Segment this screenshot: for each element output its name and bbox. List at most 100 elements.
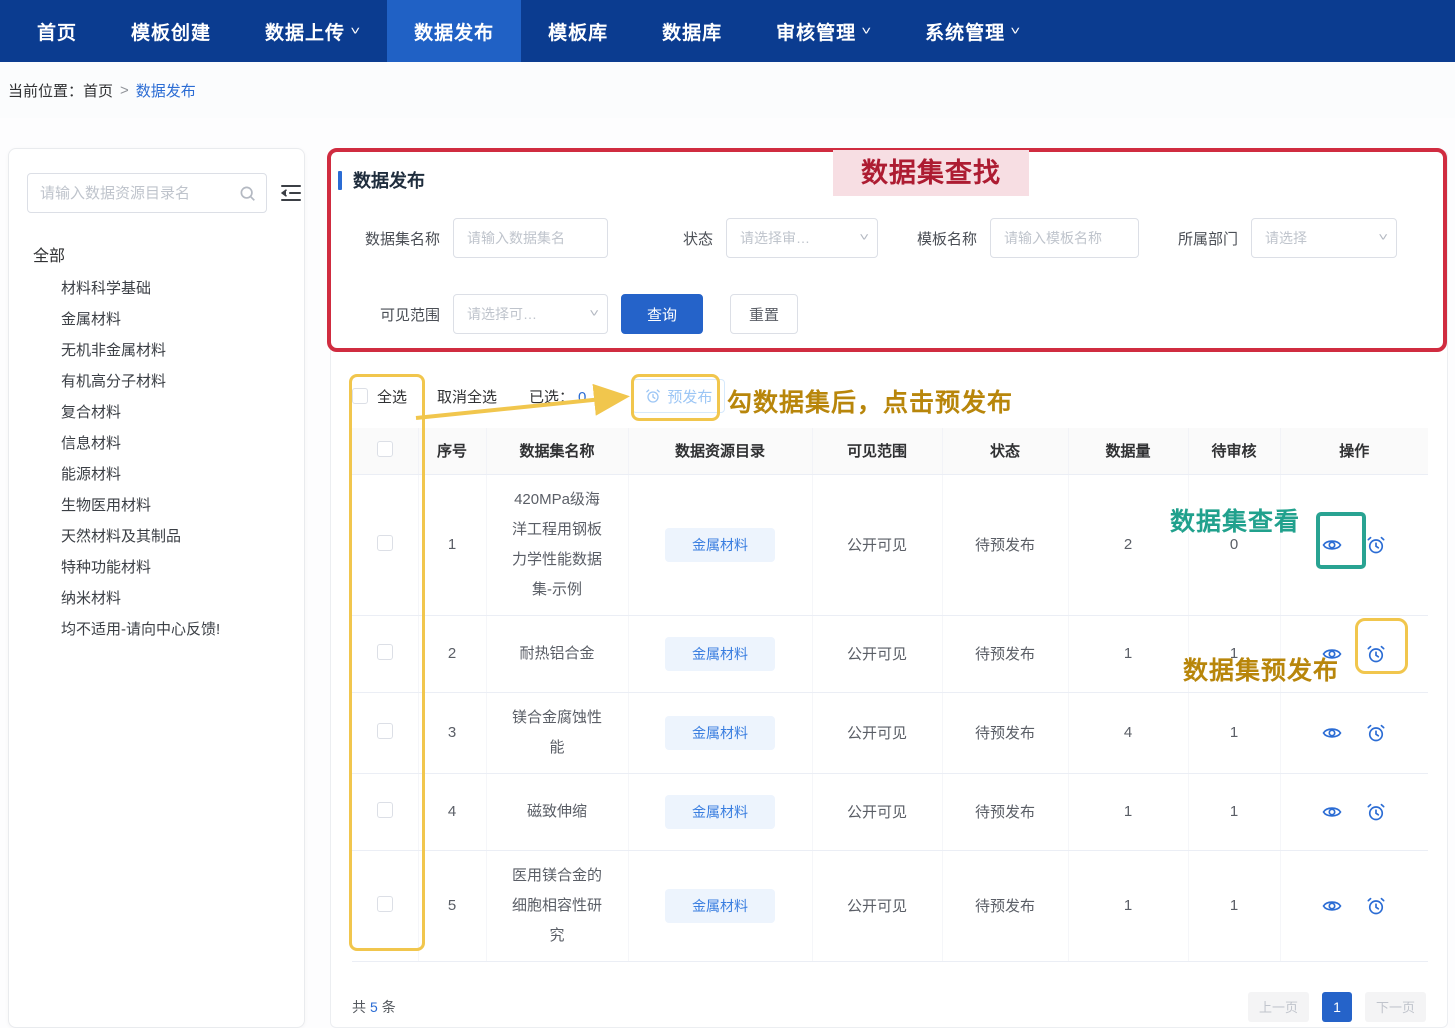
dataset-table: 序号 数据集名称 数据资源目录 可见范围 状态 数据量 待审核 操作 1 420… bbox=[352, 428, 1428, 962]
cell-visibility: 公开可见 bbox=[812, 850, 942, 961]
row-checkbox[interactable] bbox=[377, 644, 393, 660]
nav-item-database[interactable]: 数据库 bbox=[635, 0, 749, 62]
selected-count-value: 0 bbox=[578, 389, 586, 406]
tree-item[interactable]: 材料科学基础 bbox=[27, 273, 286, 304]
nav-item-audit-management[interactable]: 审核管理˅ bbox=[749, 0, 898, 62]
catalog-tag: 金属材料 bbox=[665, 637, 775, 671]
nav-item-data-upload[interactable]: 数据上传˅ bbox=[238, 0, 387, 62]
tree-item[interactable]: 纳米材料 bbox=[27, 583, 286, 614]
template-name-input[interactable] bbox=[1004, 230, 1128, 246]
row-checkbox[interactable] bbox=[377, 723, 393, 739]
nav-item-data-publish[interactable]: 数据发布 bbox=[387, 0, 521, 62]
cell-data-count: 2 bbox=[1068, 474, 1188, 615]
eye-icon[interactable] bbox=[1322, 644, 1342, 664]
nav-item-template-create[interactable]: 模板创建 bbox=[104, 0, 238, 62]
eye-icon[interactable] bbox=[1322, 535, 1342, 555]
cell-dataset-name: 医用镁合金的细胞相容性研究 bbox=[486, 850, 628, 961]
page-number-1[interactable]: 1 bbox=[1322, 992, 1352, 1022]
catalog-tag: 金属材料 bbox=[665, 889, 775, 923]
tree-item[interactable]: 金属材料 bbox=[27, 304, 286, 335]
eye-icon[interactable] bbox=[1322, 896, 1342, 916]
tree-item-feedback[interactable]: 均不适用-请向中心反馈! bbox=[27, 614, 286, 645]
cell-pending: 1 bbox=[1188, 773, 1280, 850]
nav-item-template-library[interactable]: 模板库 bbox=[521, 0, 635, 62]
cell-data-count: 1 bbox=[1068, 850, 1188, 961]
breadcrumb-prefix: 当前位置： bbox=[8, 80, 83, 101]
tree-item[interactable]: 天然材料及其制品 bbox=[27, 521, 286, 552]
row-checkbox[interactable] bbox=[377, 896, 393, 912]
query-button[interactable]: 查询 bbox=[621, 294, 703, 334]
tree-item-all[interactable]: 全部 bbox=[27, 235, 286, 273]
chevron-down-icon: ˅ bbox=[589, 308, 599, 320]
reset-button[interactable]: 重置 bbox=[730, 294, 798, 334]
department-label: 所属部门 bbox=[1178, 228, 1238, 249]
catalog-search-input[interactable] bbox=[40, 185, 239, 202]
catalog-tree: 全部 材料科学基础 金属材料 无机非金属材料 有机高分子材料 复合材料 信息材料… bbox=[27, 235, 286, 645]
data-publish-panel: 数据发布 数据集名称 状态 请选择审… ˅ 模板名称 所属部门 请选择 ˅ 可见… bbox=[330, 150, 1448, 1028]
alarm-clock-icon[interactable] bbox=[1366, 644, 1386, 664]
alarm-clock-icon bbox=[645, 388, 661, 404]
cell-status: 待预发布 bbox=[942, 850, 1068, 961]
alarm-clock-icon[interactable] bbox=[1366, 723, 1386, 743]
tree-item[interactable]: 有机高分子材料 bbox=[27, 366, 286, 397]
select-all-label[interactable]: 全选 bbox=[377, 386, 407, 407]
nav-item-system-management[interactable]: 系统管理˅ bbox=[898, 0, 1047, 62]
cell-dataset-name: 耐热铝合金 bbox=[486, 615, 628, 692]
tree-item[interactable]: 能源材料 bbox=[27, 459, 286, 490]
tree-item[interactable]: 生物医用材料 bbox=[27, 490, 286, 521]
alarm-clock-icon[interactable] bbox=[1366, 802, 1386, 822]
table-footer: 共5条 上一页 1 下一页 bbox=[352, 992, 1426, 1022]
breadcrumb-home-link[interactable]: 首页 bbox=[83, 80, 113, 101]
nav-item-home[interactable]: 首页 bbox=[10, 0, 104, 62]
cell-status: 待预发布 bbox=[942, 692, 1068, 773]
cell-pending: 0 bbox=[1188, 474, 1280, 615]
tree-item[interactable]: 复合材料 bbox=[27, 397, 286, 428]
eye-icon[interactable] bbox=[1322, 723, 1342, 743]
breadcrumb-current: 数据发布 bbox=[136, 80, 196, 101]
status-label: 状态 bbox=[683, 228, 713, 249]
title-accent-bar bbox=[338, 171, 342, 190]
cell-visibility: 公开可见 bbox=[812, 773, 942, 850]
row-checkbox[interactable] bbox=[377, 535, 393, 551]
header-checkbox[interactable] bbox=[377, 441, 393, 457]
eye-icon[interactable] bbox=[1322, 802, 1342, 822]
visibility-label: 可见范围 bbox=[352, 304, 440, 325]
search-icon bbox=[239, 185, 256, 202]
cell-index: 2 bbox=[418, 615, 486, 692]
column-header-data-count: 数据量 bbox=[1068, 428, 1188, 474]
cell-pending: 1 bbox=[1188, 850, 1280, 961]
cell-pending: 1 bbox=[1188, 692, 1280, 773]
dataset-name-input[interactable] bbox=[467, 230, 597, 246]
cell-index: 1 bbox=[418, 474, 486, 615]
catalog-search-box bbox=[27, 173, 267, 213]
cell-status: 待预发布 bbox=[942, 773, 1068, 850]
next-page-button[interactable]: 下一页 bbox=[1365, 992, 1426, 1022]
select-all-checkbox[interactable] bbox=[352, 388, 368, 404]
search-form-row-2: 可见范围 请选择可… ˅ 查询 重置 bbox=[352, 294, 1426, 334]
breadcrumb-separator: > bbox=[120, 82, 129, 99]
column-header-catalog: 数据资源目录 bbox=[628, 428, 812, 474]
department-select[interactable]: 请选择 ˅ bbox=[1251, 218, 1397, 258]
alarm-clock-icon[interactable] bbox=[1366, 535, 1386, 555]
cell-index: 4 bbox=[418, 773, 486, 850]
tree-item[interactable]: 信息材料 bbox=[27, 428, 286, 459]
alarm-clock-icon[interactable] bbox=[1366, 896, 1386, 916]
menu-fold-icon[interactable] bbox=[279, 179, 303, 207]
column-header-name: 数据集名称 bbox=[486, 428, 628, 474]
chevron-down-icon: ˅ bbox=[859, 232, 869, 244]
row-checkbox[interactable] bbox=[377, 802, 393, 818]
prev-page-button[interactable]: 上一页 bbox=[1248, 992, 1309, 1022]
tree-item[interactable]: 特种功能材料 bbox=[27, 552, 286, 583]
prepublish-button[interactable]: 预发布 bbox=[632, 379, 725, 413]
page-title: 数据发布 bbox=[353, 167, 425, 193]
visibility-select[interactable]: 请选择可… ˅ bbox=[453, 294, 608, 334]
table-header-row: 序号 数据集名称 数据资源目录 可见范围 状态 数据量 待审核 操作 bbox=[352, 428, 1428, 474]
tree-item[interactable]: 无机非金属材料 bbox=[27, 335, 286, 366]
total-count-value: 5 bbox=[370, 999, 378, 1015]
column-header-status: 状态 bbox=[942, 428, 1068, 474]
status-select[interactable]: 请选择审… ˅ bbox=[726, 218, 878, 258]
chevron-down-icon: ˅ bbox=[1378, 232, 1388, 244]
cell-visibility: 公开可见 bbox=[812, 692, 942, 773]
cancel-select-all-button[interactable]: 取消全选 bbox=[437, 386, 497, 407]
total-count-label: 共5条 bbox=[352, 997, 396, 1017]
